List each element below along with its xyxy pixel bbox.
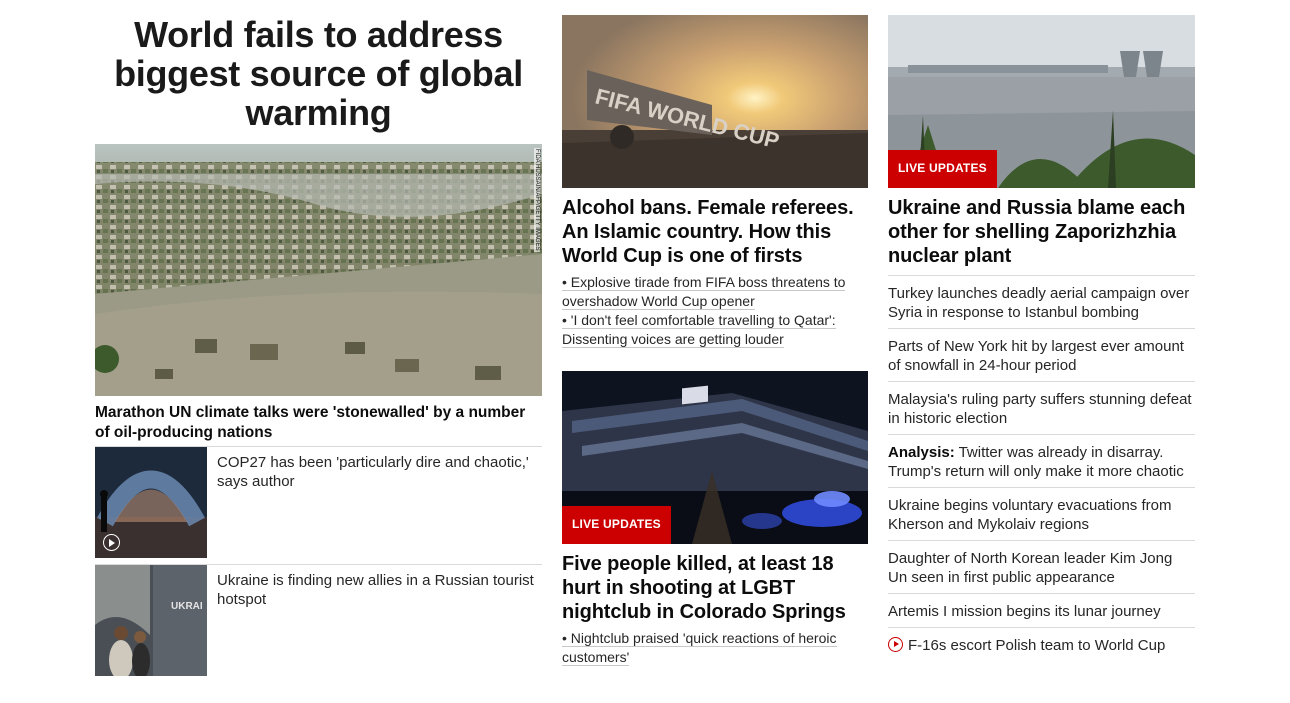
related-link[interactable]: • Nightclub praised 'quick reactions of … bbox=[562, 629, 868, 667]
hero-image[interactable]: FIDA HUSSAIN/AFP/GETTY IMAGES bbox=[95, 144, 542, 396]
story-card[interactable]: UKRAI Ukraine is finding new allies in a… bbox=[95, 565, 542, 677]
story-image[interactable]: LIVE UPDATES bbox=[888, 15, 1195, 188]
headline-list-item[interactable]: Artemis I mission begins its lunar journ… bbox=[888, 593, 1195, 627]
cop27-arch-night-image bbox=[95, 447, 207, 558]
story-card-text: Ukraine is finding new allies in a Russi… bbox=[217, 572, 534, 608]
headline-list-item[interactable]: Turkey launches deadly aerial campaign o… bbox=[888, 275, 1195, 328]
headline-list-item[interactable]: Malaysia's ruling party suffers stunning… bbox=[888, 381, 1195, 434]
related-link[interactable]: • 'I don't feel comfortable travelling t… bbox=[562, 311, 868, 349]
flooded-town-aerial-image bbox=[95, 144, 542, 396]
headline-list-item[interactable]: Daughter of North Korean leader Kim Jong… bbox=[888, 540, 1195, 593]
story-image[interactable]: FIFA WORLD CUP bbox=[562, 15, 868, 188]
live-updates-badge: LIVE UPDATES bbox=[888, 150, 997, 188]
story-headline[interactable]: Alcohol bans. Female referees. An Islami… bbox=[562, 196, 868, 268]
live-updates-badge: LIVE UPDATES bbox=[562, 506, 671, 544]
story-card[interactable]: COP27 has been 'particularly dire and ch… bbox=[95, 447, 542, 564]
photo-credit: FIDA HUSSAIN/AFP/GETTY IMAGES bbox=[534, 148, 540, 252]
hero-caption[interactable]: Marathon UN climate talks were 'stonewal… bbox=[95, 403, 542, 446]
story-headline[interactable]: Five people killed, at least 18 hurt in … bbox=[562, 552, 868, 624]
column-left: World fails to address biggest source of… bbox=[95, 0, 542, 677]
analysis-label: Analysis: bbox=[888, 444, 955, 461]
world-cup-sign-sunset-image: FIFA WORLD CUP bbox=[562, 15, 868, 188]
play-icon[interactable] bbox=[103, 534, 120, 551]
headline-list-item[interactable]: F-16s escort Polish team to World Cup bbox=[888, 627, 1195, 661]
headline-list: Turkey launches deadly aerial campaign o… bbox=[888, 275, 1195, 661]
column-right: LIVE UPDATES Ukraine and Russia blame ea… bbox=[888, 0, 1195, 661]
video-icon bbox=[888, 637, 903, 652]
column-middle: FIFA WORLD CUP Alcohol bans. Female refe… bbox=[562, 0, 868, 667]
svg-text:UKRAI: UKRAI bbox=[171, 601, 203, 612]
headline-list-item[interactable]: Analysis: Twitter was already in disarra… bbox=[888, 434, 1195, 487]
ukraine-exhibit-image: UKRAI bbox=[95, 565, 207, 676]
related-link[interactable]: • Explosive tirade from FIFA boss threat… bbox=[562, 273, 868, 311]
story-image[interactable]: LIVE UPDATES bbox=[562, 371, 868, 544]
story-card-text: COP27 has been 'particularly dire and ch… bbox=[217, 454, 529, 490]
headline-list-item[interactable]: Ukraine begins voluntary evacuations fro… bbox=[888, 487, 1195, 540]
story-headline[interactable]: Ukraine and Russia blame each other for … bbox=[888, 196, 1195, 268]
headline-list-item[interactable]: Parts of New York hit by largest ever am… bbox=[888, 328, 1195, 381]
lead-headline[interactable]: World fails to address biggest source of… bbox=[95, 15, 542, 132]
related-links: • Nightclub praised 'quick reactions of … bbox=[562, 629, 868, 667]
related-links: • Explosive tirade from FIFA boss threat… bbox=[562, 273, 868, 349]
